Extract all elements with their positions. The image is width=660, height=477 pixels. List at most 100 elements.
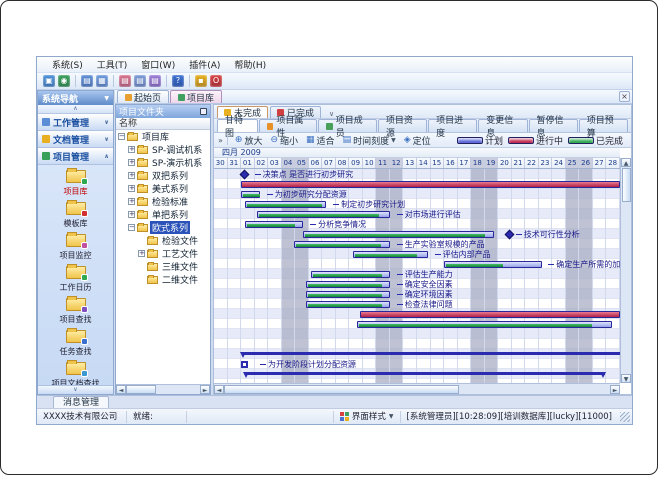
gantt-tool-2[interactable]: ▦适合 [303,134,338,147]
sidebar-item-3[interactable]: 工作日历 [38,261,113,293]
view-tab-5[interactable]: 变更信息 [478,119,527,132]
menu-item-2[interactable]: 窗口(W) [134,57,182,72]
view-tab-6[interactable]: 暂停信息 [529,119,578,132]
task-bar-inprogress[interactable] [360,311,620,318]
expand-icon[interactable]: + [128,198,135,205]
tabs-overflow-icon[interactable]: ∨ [329,110,334,118]
task-bar[interactable] [241,191,260,198]
menu-item-3[interactable]: 插件(A) [182,57,227,72]
resize-grip[interactable] [620,412,630,422]
tree-item-1[interactable]: +SP-调试机系 [116,143,210,156]
sidebar-bottom-bar[interactable]: ∨ [38,385,113,394]
tree-item-11[interactable]: 二维文件 [116,273,210,286]
close-tab-icon[interactable]: × [619,91,630,102]
task-bar[interactable] [353,251,427,258]
scroll-thumb[interactable] [622,168,631,202]
gantt-vscrollbar[interactable]: ▲ ▼ [620,158,631,383]
tree-item-9[interactable]: +工艺文件 [116,247,210,260]
sidebar-item-5[interactable]: 任务查找 [38,325,113,357]
scroll-thumb[interactable] [224,385,459,394]
tree-item-0[interactable]: −项目库 [116,130,210,143]
view-tab-4[interactable]: 项目进度 [428,119,477,132]
tree-item-3[interactable]: +双把系列 [116,169,210,182]
overflow-chevron-icon[interactable]: » [218,136,223,145]
scroll-up-icon[interactable]: ▲ [621,158,631,167]
task-bar[interactable] [294,241,390,248]
sidebar-item-0[interactable]: 项目库 [38,165,113,197]
tree-item-7[interactable]: −欧式系列 [116,221,210,234]
scroll-left-icon[interactable]: ◄ [116,385,126,394]
view-tab-0[interactable]: 甘特图 [217,119,258,132]
view-tab-3[interactable]: 项目资源 [378,119,427,132]
task-bar[interactable] [444,261,541,268]
tree-hscrollbar[interactable]: ◄ ► [116,384,210,394]
report-icon-1[interactable]: ▤ [119,75,131,87]
doc-tab-0[interactable]: 起始页 [117,90,169,103]
tree-item-6[interactable]: +单把系列 [116,208,210,221]
expand-icon[interactable]: + [128,211,135,218]
scroll-down-icon[interactable]: ▼ [621,374,631,383]
gantt-tool-0[interactable]: ⊕放大 [232,134,266,147]
expand-icon[interactable]: + [128,159,135,166]
scroll-thumb[interactable] [126,385,156,394]
scroll-right-icon[interactable]: ► [610,385,620,394]
tree-item-5[interactable]: +检验标准 [116,195,210,208]
view-tab-2[interactable]: 项目成员 [318,119,376,132]
tree-item-4[interactable]: +美式系列 [116,182,210,195]
report-icon-3[interactable]: ▤ [149,75,161,87]
task-bar[interactable] [306,281,390,288]
help-icon[interactable]: ? [172,75,184,87]
doc-tab-1[interactable]: 项目库 [170,90,222,103]
pin-icon[interactable] [200,108,207,115]
expand-icon[interactable]: + [138,250,145,257]
task-marker[interactable] [241,361,248,368]
sidebar-item-2[interactable]: 项目监控 [38,229,113,261]
summary-bar[interactable] [245,372,605,375]
report-icon-2[interactable]: ▤ [134,75,146,87]
menu-item-4[interactable]: 帮助(H) [227,57,273,72]
view-tab-1[interactable]: 项目属性 [259,119,317,132]
sidebar-item-1[interactable]: 模板库 [38,197,113,229]
expand-icon[interactable]: + [128,172,135,179]
expand-icon[interactable]: + [128,185,135,192]
collapse-icon[interactable]: − [128,224,135,231]
system-icon[interactable]: ▣ [43,75,55,87]
task-bar[interactable] [306,291,390,298]
exit-icon[interactable]: O [210,75,222,87]
gantt-tool-1[interactable]: ⊖缩小 [267,134,301,147]
gantt-tool-4[interactable]: ◈定位 [401,134,434,147]
scroll-right-icon[interactable]: ► [200,385,210,394]
style-button[interactable]: 界面样式 ▼ [334,411,401,423]
task-bar-inprogress[interactable] [241,181,620,188]
sidebar-item-4[interactable]: 项目查找 [38,293,113,325]
task-bar[interactable] [257,211,390,218]
task-bar[interactable] [311,271,389,278]
tree-item-10[interactable]: 三维文件 [116,260,210,273]
sidebar-collapse-button[interactable]: ∧ [38,105,113,114]
lock-icon[interactable]: ▪ [195,75,207,87]
tree-item-2[interactable]: +SP-演示机系 [116,156,210,169]
message-tab[interactable]: 消息管理 [53,396,109,408]
gantt-tool-3[interactable]: ▤时间刻度▼ [340,134,399,147]
tree-item-8[interactable]: 检验文件 [116,234,210,247]
expand-icon[interactable]: + [128,146,135,153]
tree-column-header[interactable]: 名称 [116,118,210,130]
summary-bar[interactable] [242,352,620,355]
window-icon[interactable]: ▦ [96,75,108,87]
sidebar-section-0[interactable]: 工作管理∨ [38,114,113,131]
open-folder-icon[interactable]: ▤ [81,75,93,87]
sidebar-section-1[interactable]: 文档管理∨ [38,131,113,148]
task-bar[interactable] [303,231,494,238]
sidebar-section-2[interactable]: 项目管理∧ [38,148,113,165]
task-bar[interactable] [306,301,390,308]
scroll-left-icon[interactable]: ◄ [214,385,224,394]
menu-item-1[interactable]: 工具(T) [90,57,135,72]
gantt-hscrollbar[interactable]: ◄ ► [214,383,620,394]
web-icon[interactable]: ◉ [58,75,70,87]
task-bar[interactable] [245,201,326,208]
sidebar-options-icon[interactable]: ▼ [104,95,109,102]
collapse-icon[interactable]: − [118,133,125,140]
task-bar[interactable] [357,321,611,328]
menu-item-0[interactable]: 系统(S) [45,57,90,72]
view-tab-7[interactable]: 项目预算 [579,119,628,132]
